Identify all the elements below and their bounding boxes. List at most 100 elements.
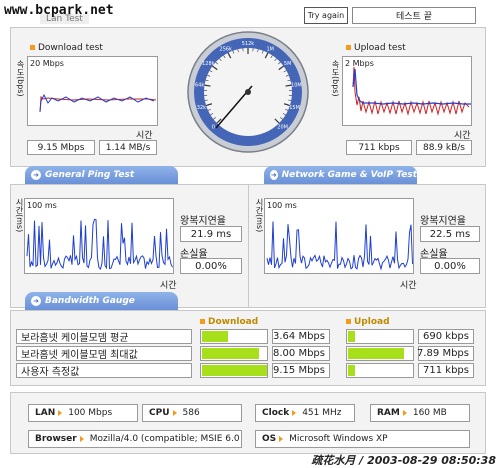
upload-series xyxy=(352,66,471,116)
bandwidth-row-label: 보라홈넷 케이블모뎀 평균 xyxy=(16,329,192,344)
os-info: OS Microsoft Windows XP xyxy=(255,430,470,448)
gauge-tick-label: 64k xyxy=(195,82,204,88)
upload-speed-bytes: 88.9 kB/s xyxy=(416,140,472,155)
ping-game-rtt-label: 왕복지연율 xyxy=(420,216,466,227)
bullet-icon xyxy=(346,319,351,324)
gauge-tick-label: 256k xyxy=(220,46,233,52)
try-again-button[interactable]: Try again xyxy=(304,7,348,24)
ram-value: 160 MB xyxy=(412,408,447,418)
bullet-icon xyxy=(346,45,351,50)
download-title: Download test xyxy=(30,43,103,53)
os-value: Microsoft Windows XP xyxy=(289,434,388,444)
gauge-tick-label: 512k xyxy=(242,41,255,47)
bandwidth-down-value: 3.64 Mbps xyxy=(272,329,330,344)
bandwidth-down-bar xyxy=(200,363,268,378)
ping-general-graph: 100 ms xyxy=(24,198,174,274)
tab-network-game-label: Network Game & VoIP Test xyxy=(281,170,417,180)
arrow-right-icon: ➜ xyxy=(31,296,41,306)
gauge-tick-label: 20M xyxy=(277,125,288,131)
gauge-tick-label: 128k xyxy=(202,61,215,67)
ping-general-rtt-label: 왕복지연율 xyxy=(180,216,226,227)
bullet-icon xyxy=(30,45,35,50)
bandwidth-download-header: Download xyxy=(200,317,258,327)
tab-bandwidth-gauge[interactable]: ➜ Bandwidth Gauge xyxy=(25,292,178,310)
ping-game-loss-value: 0.00% xyxy=(420,258,480,274)
arrow-right-icon xyxy=(79,436,84,442)
tab-general-ping[interactable]: ➜ General Ping Test xyxy=(25,166,178,184)
download-header-text: Download xyxy=(208,317,259,327)
bandwidth-up-bar xyxy=(346,346,414,361)
bandwidth-up-fill xyxy=(348,331,355,342)
gauge-tick-label: 10M xyxy=(291,82,302,88)
ram-label: RAM xyxy=(377,408,400,418)
tab-network-game[interactable]: ➜ Network Game & VoIP Test xyxy=(264,166,417,184)
bandwidth-upload-header: Upload xyxy=(346,317,390,327)
ping-game-series xyxy=(266,221,413,271)
arrow-right-icon xyxy=(402,410,407,416)
lan-value: 100 Mbps xyxy=(68,408,113,418)
watermark-top: www.bcpark.net xyxy=(4,3,114,18)
ping-game-rtt-value: 22.5 ms xyxy=(420,226,480,242)
arrow-right-icon xyxy=(292,410,297,416)
bandwidth-up-fill xyxy=(348,365,355,376)
download-series xyxy=(39,93,157,113)
bandwidth-up-value: 690 kbps xyxy=(418,329,474,344)
bandwidth-row-label: 보라홈넷 케이블모뎀 최대값 xyxy=(16,346,192,361)
watermark-bottom: 疏花水月 / 2003-08-29 08:50:38 xyxy=(311,454,496,467)
arrow-right-icon xyxy=(172,410,177,416)
upload-graph: 2 Mbps xyxy=(342,56,472,126)
bandwidth-up-value: 7.89 Mbps xyxy=(417,346,474,361)
bandwidth-down-value: 8.00 Mbps xyxy=(272,346,330,361)
gauge-tick-label: 0 xyxy=(212,125,215,131)
upload-header-text: Upload xyxy=(354,317,390,327)
upload-speed-bps: 711 kbps xyxy=(346,140,412,155)
clock-label: Clock xyxy=(262,408,290,418)
browser-value: Mozilla/4.0 (compatible; MSIE 6.0 xyxy=(89,434,240,444)
bandwidth-down-fill xyxy=(202,365,267,376)
ping-general-xlabel: 시간 xyxy=(160,281,177,291)
ping-general-loss-value: 0.00% xyxy=(180,258,242,274)
arrow-right-icon xyxy=(279,436,284,442)
upload-title: Upload test xyxy=(346,43,406,53)
ping-general-series xyxy=(26,218,173,270)
clock-info: Clock 451 MHz xyxy=(255,404,355,422)
bandwidth-up-value: 711 kbps xyxy=(418,363,474,378)
bandwidth-down-fill xyxy=(202,348,259,359)
arrow-right-icon xyxy=(58,410,63,416)
test-end-status: 테스트 끝 xyxy=(352,7,476,24)
ping-divider xyxy=(248,184,249,308)
gauge-tick-label: 32k xyxy=(197,105,206,111)
arrow-right-icon: ➜ xyxy=(31,170,41,180)
lan-info: LAN 100 Mbps xyxy=(28,404,138,422)
upload-ylabel: 속도(bps) xyxy=(331,60,340,97)
bandwidth-up-bar xyxy=(346,329,414,344)
ping-general-rtt-value: 21.9 ms xyxy=(180,226,242,242)
bandwidth-up-fill xyxy=(348,348,405,359)
tab-general-ping-label: General Ping Test xyxy=(45,170,135,180)
ram-info: RAM 160 MB xyxy=(370,404,470,422)
bandwidth-down-bar xyxy=(200,329,268,344)
upload-title-text: Upload test xyxy=(354,43,406,53)
cpu-info: CPU 586 xyxy=(142,404,242,422)
download-title-text: Download test xyxy=(38,43,103,53)
cpu-value: 586 xyxy=(182,408,200,418)
gauge-tick-label: 15M xyxy=(289,105,300,111)
ping-game-graph: 100 ms xyxy=(264,198,414,274)
bandwidth-down-value: 9.15 Mbps xyxy=(272,363,330,378)
arrow-right-icon: ➜ xyxy=(270,170,278,180)
cpu-label: CPU xyxy=(149,408,170,418)
download-graph: 20 Mbps xyxy=(27,56,158,126)
os-label: OS xyxy=(262,434,277,444)
browser-info: Browser Mozilla/4.0 (compatible; MSIE 6.0 xyxy=(28,430,242,448)
lan-label: LAN xyxy=(35,408,56,418)
browser-label: Browser xyxy=(35,434,77,444)
gauge-tick-label: 5M xyxy=(284,61,292,67)
ping-game-xlabel: 시간 xyxy=(400,281,417,291)
download-ylabel: 속도(bps) xyxy=(16,60,25,97)
speed-gauge: 0 32k 64k 128k 256k 512k 1M 5M 10M 15M 20M xyxy=(186,30,310,154)
gauge-tick-label: 1M xyxy=(266,46,274,52)
clock-value: 451 MHz xyxy=(302,408,342,418)
download-speed-bps: 9.15 Mbps xyxy=(27,140,95,155)
bandwidth-down-bar xyxy=(200,346,268,361)
bandwidth-down-fill xyxy=(202,331,229,342)
